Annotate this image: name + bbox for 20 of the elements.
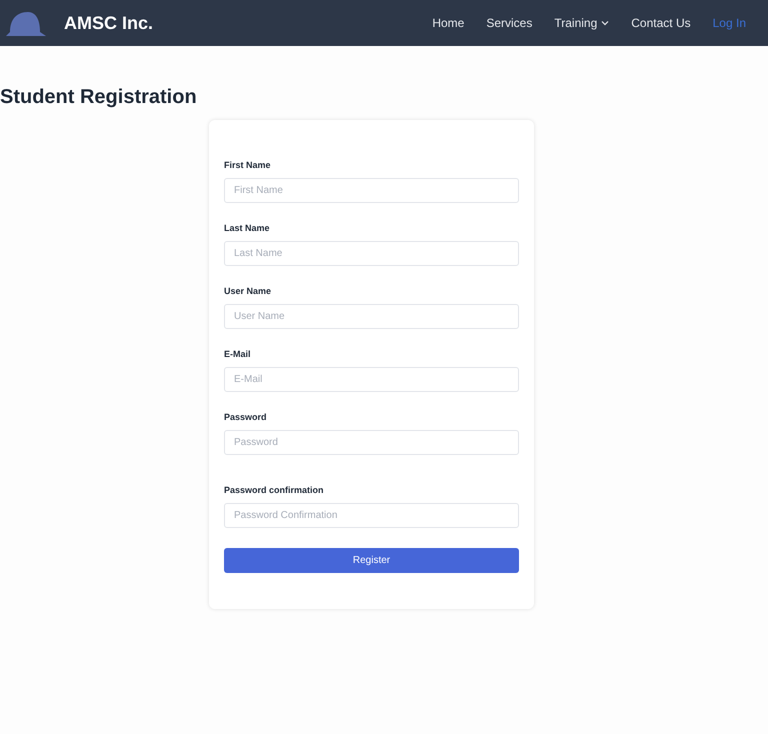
brand-name[interactable]: AMSC Inc. [64,10,154,36]
field-label: User Name [224,285,272,297]
nav-dropdown[interactable]: Training [554,14,610,32]
field-label: First Name [224,159,272,171]
input-field[interactable]: E-Mail [224,367,519,392]
page-title: Student Registration [0,85,198,110]
nav-link[interactable]: Contact Us [631,14,691,32]
nav-link[interactable]: Services [486,14,532,32]
input-field[interactable]: Password Confirmation [224,503,519,528]
chevron-down-icon [601,20,610,26]
input-field[interactable]: Last Name [224,241,519,266]
input-field[interactable]: Password [224,430,519,455]
input-field[interactable]: User Name [224,304,519,329]
field-label: Last Name [224,222,271,234]
input-field[interactable]: First Name [224,178,519,203]
nav-link[interactable]: Home [432,14,464,32]
register-button[interactable]: Register [224,548,519,573]
field-label: Password confirmation [224,484,325,496]
field-label: Password [224,411,268,423]
field-label: E-Mail [224,348,252,360]
